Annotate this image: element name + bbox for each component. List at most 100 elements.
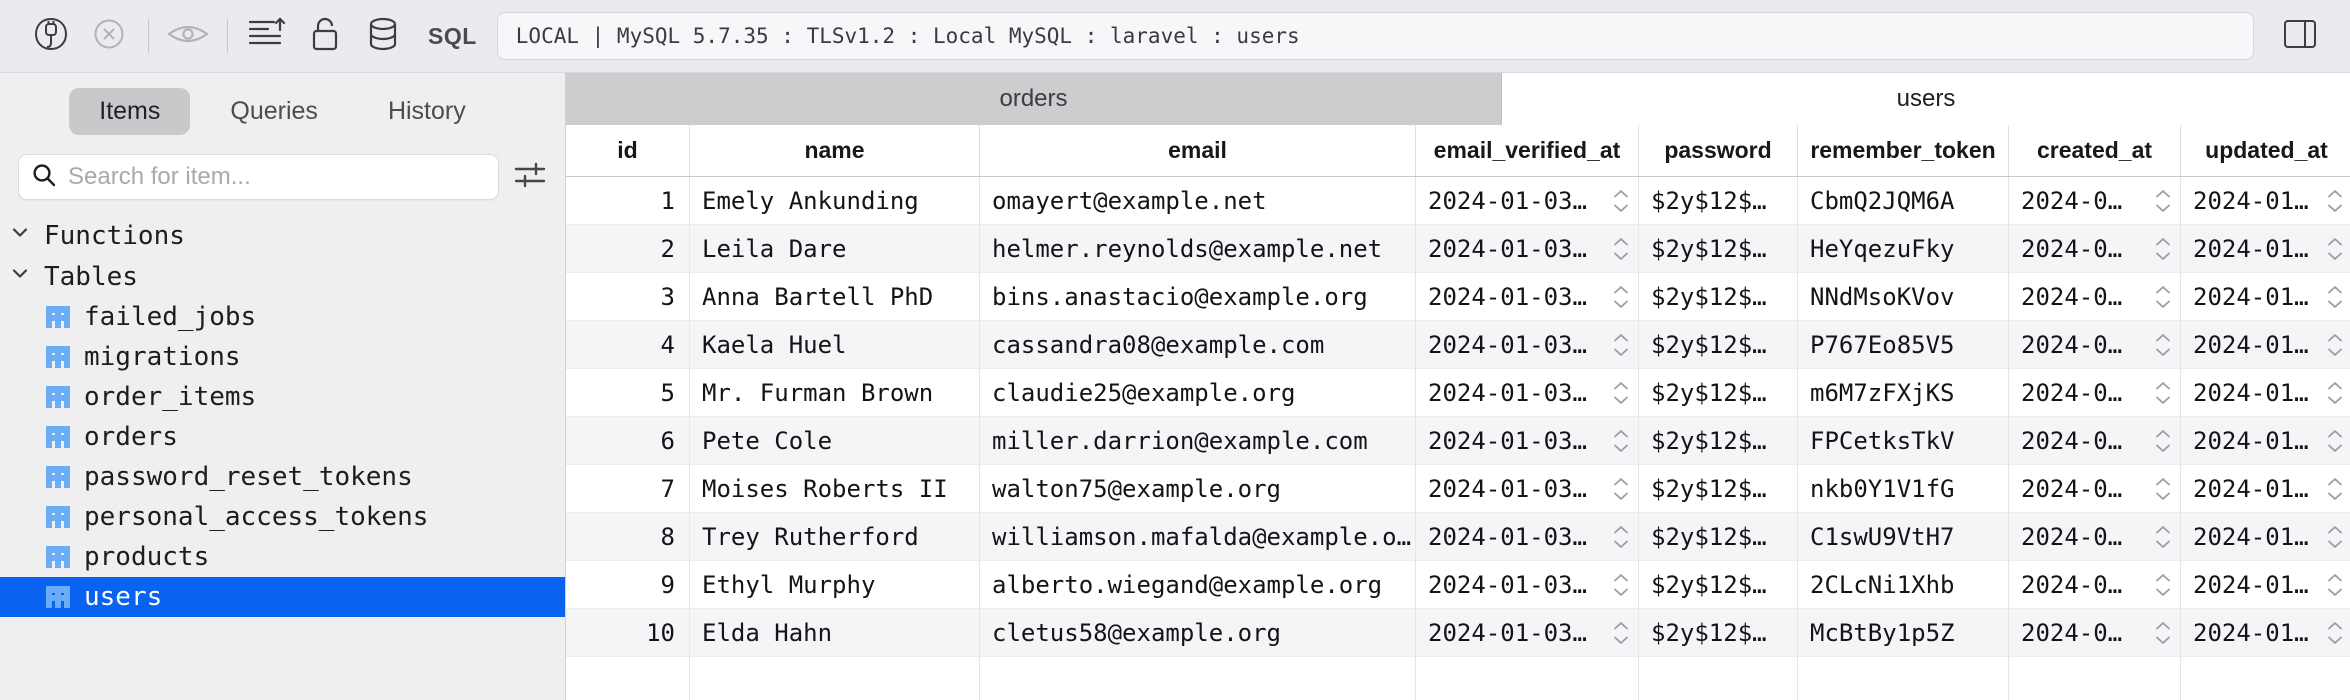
stepper-chevrons-icon[interactable]	[1613, 381, 1629, 404]
stepper-chevrons-icon[interactable]	[2327, 525, 2343, 548]
cell-email[interactable]: alberto.wiegand@example.org	[980, 561, 1416, 609]
cell-name[interactable]: Trey Rutherford	[690, 513, 980, 561]
tab-history[interactable]: History	[358, 88, 496, 135]
cell-updated-at[interactable]: 2024-01…	[2181, 513, 2350, 561]
cell-id[interactable]: 10	[566, 609, 690, 657]
tab-items[interactable]: Items	[69, 87, 191, 135]
sidebar-item-orders[interactable]: orders	[0, 417, 565, 457]
cell-email[interactable]: williamson.mafalda@example.o…	[980, 513, 1416, 561]
cell-id[interactable]: 4	[566, 321, 690, 369]
cell-email-verified-at[interactable]: 2024-01-03…	[1416, 513, 1639, 561]
table-row[interactable]: 9 Ethyl Murphy alberto.wiegand@example.org…	[566, 561, 2350, 609]
cell-created-at[interactable]: 2024-0…	[2009, 609, 2181, 657]
table-row[interactable]: 7 Moises Roberts II walton75@example.org 20…	[566, 465, 2350, 513]
cell-updated-at[interactable]: 2024-01…	[2181, 417, 2350, 465]
stepper-chevrons-icon[interactable]	[2155, 285, 2171, 308]
cell-updated-at[interactable]: 2024-01…	[2181, 369, 2350, 417]
table-row[interactable]: 5 Mr. Furman Brown claudie25@example.org 20…	[566, 369, 2350, 417]
cell-id[interactable]: 7	[566, 465, 690, 513]
connection-field[interactable]: LOCAL | MySQL 5.7.35 : TLSv1.2 : Local M…	[496, 12, 2254, 60]
stepper-chevrons-icon[interactable]	[2155, 333, 2171, 356]
cell-remember-token[interactable]: CbmQ2JQM6A	[1798, 177, 2009, 225]
cell-email-verified-at[interactable]: 2024-01-03…	[1416, 609, 1639, 657]
column-header-email[interactable]: email	[980, 125, 1416, 176]
cell-password[interactable]: $2y$12$…	[1639, 369, 1798, 417]
stepper-chevrons-icon[interactable]	[1613, 573, 1629, 596]
cell-name[interactable]: Elda Hahn	[690, 609, 980, 657]
table-row[interactable]: 6 Pete Cole miller.darrion@example.com 2024…	[566, 417, 2350, 465]
cell-updated-at[interactable]: 2024-01…	[2181, 609, 2350, 657]
cell-id[interactable]: 6	[566, 417, 690, 465]
cell-created-at[interactable]: 2024-0…	[2009, 417, 2181, 465]
cell-created-at[interactable]: 2024-0…	[2009, 273, 2181, 321]
cell-updated-at[interactable]: 2024-01…	[2181, 321, 2350, 369]
sidebar-item-users[interactable]: users	[0, 577, 565, 617]
panel-toggle-button[interactable]	[2272, 17, 2328, 56]
stepper-chevrons-icon[interactable]	[1613, 285, 1629, 308]
stepper-chevrons-icon[interactable]	[2327, 477, 2343, 500]
cell-updated-at[interactable]: 2024-01…	[2181, 225, 2350, 273]
column-header-name[interactable]: name	[690, 125, 980, 176]
preview-button[interactable]	[159, 10, 217, 62]
column-header-password[interactable]: password	[1639, 125, 1798, 176]
cell-name[interactable]: Moises Roberts II	[690, 465, 980, 513]
cell-password[interactable]: $2y$12$…	[1639, 513, 1798, 561]
stepper-chevrons-icon[interactable]	[1613, 237, 1629, 260]
cell-created-at[interactable]: 2024-0…	[2009, 369, 2181, 417]
stepper-chevrons-icon[interactable]	[2327, 381, 2343, 404]
cell-id[interactable]: 8	[566, 513, 690, 561]
cell-id[interactable]: 5	[566, 369, 690, 417]
cell-email[interactable]: omayert@example.net	[980, 177, 1416, 225]
cell-password[interactable]: $2y$12$…	[1639, 609, 1798, 657]
stepper-chevrons-icon[interactable]	[2155, 381, 2171, 404]
tab-orders[interactable]: orders	[566, 73, 1502, 125]
cell-password[interactable]: $2y$12$…	[1639, 417, 1798, 465]
stepper-chevrons-icon[interactable]	[2327, 429, 2343, 452]
cell-remember-token[interactable]: FPCetksTkV	[1798, 417, 2009, 465]
sidebar-item-order-items[interactable]: order_items	[0, 377, 565, 417]
stepper-chevrons-icon[interactable]	[2155, 525, 2171, 548]
stepper-chevrons-icon[interactable]	[2155, 237, 2171, 260]
cell-email-verified-at[interactable]: 2024-01-03…	[1416, 177, 1639, 225]
table-row[interactable]: 4 Kaela Huel cassandra08@example.com 2024-0…	[566, 321, 2350, 369]
cell-created-at[interactable]: 2024-0…	[2009, 561, 2181, 609]
cell-updated-at[interactable]: 2024-01…	[2181, 177, 2350, 225]
cell-email-verified-at[interactable]: 2024-01-03…	[1416, 273, 1639, 321]
cell-updated-at[interactable]: 2024-01…	[2181, 561, 2350, 609]
cell-password[interactable]: $2y$12$…	[1639, 561, 1798, 609]
lock-button[interactable]	[296, 10, 354, 62]
cell-updated-at[interactable]: 2024-01…	[2181, 273, 2350, 321]
cell-email[interactable]: bins.anastacio@example.org	[980, 273, 1416, 321]
stepper-chevrons-icon[interactable]	[2327, 285, 2343, 308]
sidebar-item-migrations[interactable]: migrations	[0, 337, 565, 377]
cell-email[interactable]: cassandra08@example.com	[980, 321, 1416, 369]
cell-email[interactable]: claudie25@example.org	[980, 369, 1416, 417]
stepper-chevrons-icon[interactable]	[2327, 573, 2343, 596]
column-header-remember-token[interactable]: remember_token	[1798, 125, 2009, 176]
cell-id[interactable]: 9	[566, 561, 690, 609]
cell-name[interactable]: Mr. Furman Brown	[690, 369, 980, 417]
stepper-chevrons-icon[interactable]	[2327, 333, 2343, 356]
table-row[interactable]: 3 Anna Bartell PhD bins.anastacio@example.…	[566, 273, 2350, 321]
cell-name[interactable]: Pete Cole	[690, 417, 980, 465]
stepper-chevrons-icon[interactable]	[2327, 621, 2343, 644]
cell-password[interactable]: $2y$12$…	[1639, 177, 1798, 225]
cell-id[interactable]: 1	[566, 177, 690, 225]
stepper-chevrons-icon[interactable]	[2155, 477, 2171, 500]
stepper-chevrons-icon[interactable]	[2155, 189, 2171, 212]
table-row[interactable]: 8 Trey Rutherford williamson.mafalda@examp…	[566, 513, 2350, 561]
cell-created-at[interactable]: 2024-0…	[2009, 513, 2181, 561]
tree-group-functions[interactable]: Functions	[0, 215, 565, 256]
cell-password[interactable]: $2y$12$…	[1639, 225, 1798, 273]
cell-created-at[interactable]: 2024-0…	[2009, 465, 2181, 513]
cell-name[interactable]: Leila Dare	[690, 225, 980, 273]
cell-remember-token[interactable]: McBtBy1p5Z	[1798, 609, 2009, 657]
cell-password[interactable]: $2y$12$…	[1639, 321, 1798, 369]
cell-remember-token[interactable]: P767Eo85V5	[1798, 321, 2009, 369]
stepper-chevrons-icon[interactable]	[1613, 429, 1629, 452]
cell-created-at[interactable]: 2024-0…	[2009, 177, 2181, 225]
column-header-email-verified-at[interactable]: email_verified_at	[1416, 125, 1639, 176]
cell-email-verified-at[interactable]: 2024-01-03…	[1416, 465, 1639, 513]
stepper-chevrons-icon[interactable]	[1613, 333, 1629, 356]
cell-updated-at[interactable]: 2024-01…	[2181, 465, 2350, 513]
